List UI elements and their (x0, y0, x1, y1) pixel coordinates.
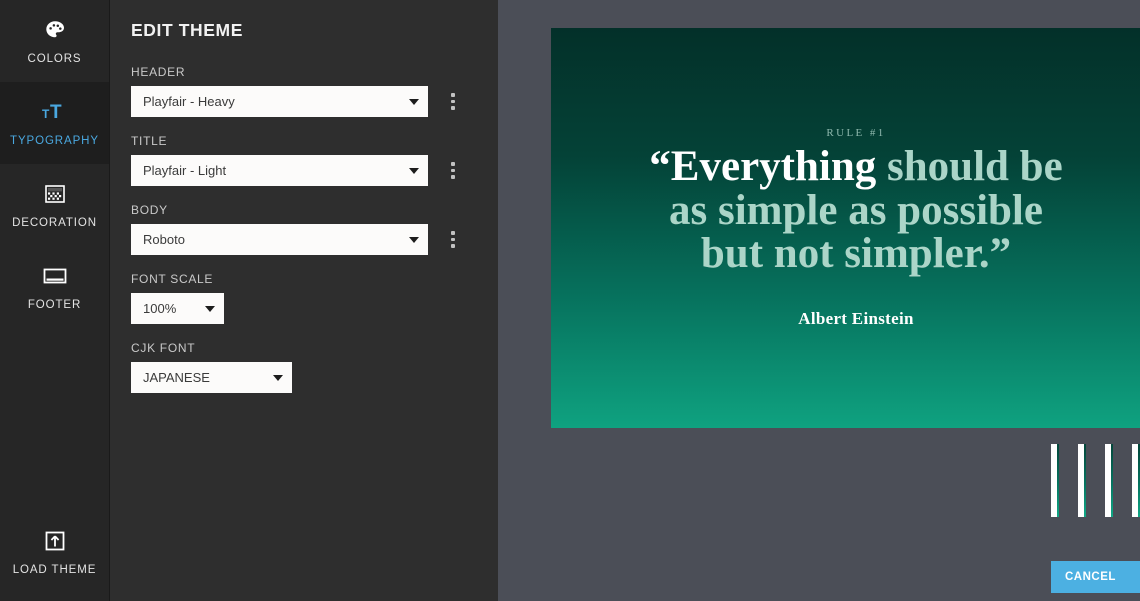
chevron-down-icon (409, 236, 419, 243)
sidebar-item-label: LOAD THEME (12, 564, 97, 576)
left-icon-rail: COLORS T T TYPOGRAPHY DECORATION FOOTER … (0, 0, 110, 601)
save-to-theme-library-button[interactable]: SAVE TO THEME LIBRARY... (1129, 561, 1140, 593)
theme-preview-area: RULE #1 “Everything should be as simple … (498, 0, 1140, 601)
upload-box-icon (42, 528, 68, 554)
font-scale-select[interactable]: 100% (131, 293, 224, 324)
sidebar-item-decoration[interactable]: DECORATION (0, 164, 109, 246)
field-row: Playfair - Heavy (131, 86, 474, 117)
thumbnail-canvas: Pyramid Slide Top Mid Base logo v001 (1084, 444, 1086, 517)
slide-quote-highlight: “Everything (649, 142, 877, 190)
thumbnail-canvas: Sample Header Sub heading copy goes here… (1111, 444, 1113, 517)
dot (451, 106, 455, 110)
slide-content: RULE #1 “Everything should be as simple … (551, 28, 1140, 428)
select-value: Playfair - Heavy (143, 94, 235, 109)
slide-kicker: RULE #1 (826, 126, 886, 139)
field-row: Roboto (131, 224, 474, 255)
pattern-swatch-icon (42, 181, 68, 207)
dot (451, 99, 455, 104)
slide-quote-line-2: as simple as possible (669, 186, 1043, 234)
select-value: JAPANESE (143, 370, 210, 385)
theme-editor-window: COLORS T T TYPOGRAPHY DECORATION FOOTER … (0, 0, 1140, 601)
dot (451, 237, 455, 242)
field-cjk-font: CJK FONT JAPANESE (131, 341, 474, 393)
slide-quote-rest: should be (876, 142, 1063, 190)
edit-theme-panel: EDIT THEME HEADER Playfair - Heavy TITLE… (110, 0, 498, 601)
slide-thumbnail-strip: PRESENTATION SUBTITLE This is the Title … (498, 444, 1140, 517)
chevron-down-icon (205, 305, 215, 312)
slide-author: Albert Einstein (798, 309, 914, 329)
field-label: CJK FONT (131, 341, 196, 355)
field-title: TITLE Playfair - Light (131, 134, 474, 186)
body-font-overflow-menu[interactable] (440, 227, 466, 253)
dot (451, 162, 455, 166)
thumbnail-icons-slide[interactable]: Sample Header Sub heading copy goes here… (1105, 444, 1113, 517)
field-label: HEADER (131, 65, 186, 79)
cjk-font-select[interactable]: JAPANESE (131, 362, 292, 393)
field-row: 100% (131, 293, 474, 324)
sidebar-item-label: FOOTER (27, 299, 82, 311)
field-label: FONT SCALE (131, 272, 214, 286)
slide-quote-line-3: but not simpler.” (700, 230, 1012, 278)
sidebar-item-load-theme[interactable]: LOAD THEME (0, 511, 109, 593)
select-value: Roboto (143, 232, 185, 247)
thumbnail-canvas: PRESENTATION SUBTITLE This is the Title … (1057, 444, 1059, 517)
thumbnail-pyramid-slide[interactable]: Pyramid Slide Top Mid Base logo v001 (1078, 444, 1086, 517)
body-font-select[interactable]: Roboto (131, 224, 428, 255)
field-header: HEADER Playfair - Heavy (131, 65, 474, 117)
svg-text:T: T (42, 107, 50, 121)
rail-spacer (0, 328, 109, 511)
dot (451, 231, 455, 235)
chevron-down-icon (409, 98, 419, 105)
thumbnail-timeline-slide[interactable]: Timeline Milestone 01 Milestone 02 Miles… (1132, 444, 1140, 517)
sidebar-item-typography[interactable]: T T TYPOGRAPHY (0, 82, 109, 164)
svg-text:T: T (50, 102, 62, 123)
action-button-bar: CANCEL SAVE TO THEME LIBRARY... APPLY CH… (1051, 553, 1140, 601)
sidebar-item-footer[interactable]: FOOTER (0, 246, 109, 328)
chevron-down-icon (273, 374, 283, 381)
field-body: BODY Roboto (131, 203, 474, 255)
slide-preview[interactable]: RULE #1 “Everything should be as simple … (551, 28, 1140, 428)
field-font-scale: FONT SCALE 100% (131, 272, 474, 324)
dot (451, 168, 455, 173)
cancel-button[interactable]: CANCEL (1051, 561, 1130, 593)
sidebar-item-label: DECORATION (12, 217, 97, 229)
field-row: Playfair - Light (131, 155, 474, 186)
field-row: JAPANESE (131, 362, 474, 393)
select-value: 100% (143, 301, 177, 316)
title-font-select[interactable]: Playfair - Light (131, 155, 428, 186)
slide-quote-line-1: “Everything should be (561, 142, 1140, 190)
sidebar-item-label: COLORS (27, 53, 82, 65)
dot (451, 244, 455, 248)
title-font-overflow-menu[interactable] (440, 158, 466, 184)
sidebar-item-label: TYPOGRAPHY (10, 135, 99, 147)
select-value: Playfair - Light (143, 163, 227, 178)
dot (451, 175, 455, 179)
palette-icon (42, 17, 68, 43)
text-size-icon: T T (42, 99, 68, 125)
header-font-select[interactable]: Playfair - Heavy (131, 86, 428, 117)
page-title: EDIT THEME (131, 20, 243, 40)
field-label: TITLE (131, 134, 168, 148)
thumbnail-title-slide[interactable]: PRESENTATION SUBTITLE This is the Title … (1051, 444, 1059, 517)
footer-bar-icon (42, 263, 68, 289)
field-label: BODY (131, 203, 168, 217)
sidebar-item-colors[interactable]: COLORS (0, 0, 109, 82)
dot (451, 93, 455, 97)
chevron-down-icon (409, 167, 419, 174)
header-font-overflow-menu[interactable] (440, 89, 466, 115)
